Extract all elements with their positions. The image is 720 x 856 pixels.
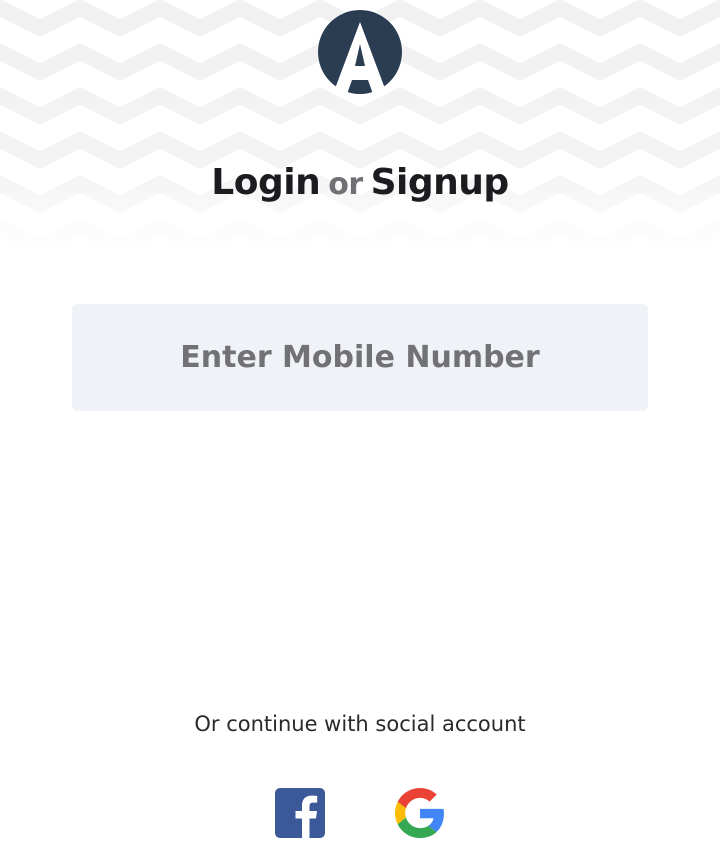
social-login-caption: Or continue with social account <box>194 712 526 736</box>
signup-label: Signup <box>370 162 510 203</box>
facebook-icon <box>275 788 325 838</box>
google-icon <box>395 788 444 838</box>
or-label: or <box>328 167 363 202</box>
login-screen: LoginorSignup Or continue with social ac… <box>0 0 720 856</box>
app-logo <box>318 10 402 94</box>
mobile-number-input[interactable] <box>72 304 648 411</box>
page-title: Login or Signup <box>0 162 720 203</box>
login-label: Login <box>211 162 321 203</box>
google-login-button[interactable] <box>395 788 445 838</box>
facebook-login-button[interactable] <box>275 788 325 838</box>
